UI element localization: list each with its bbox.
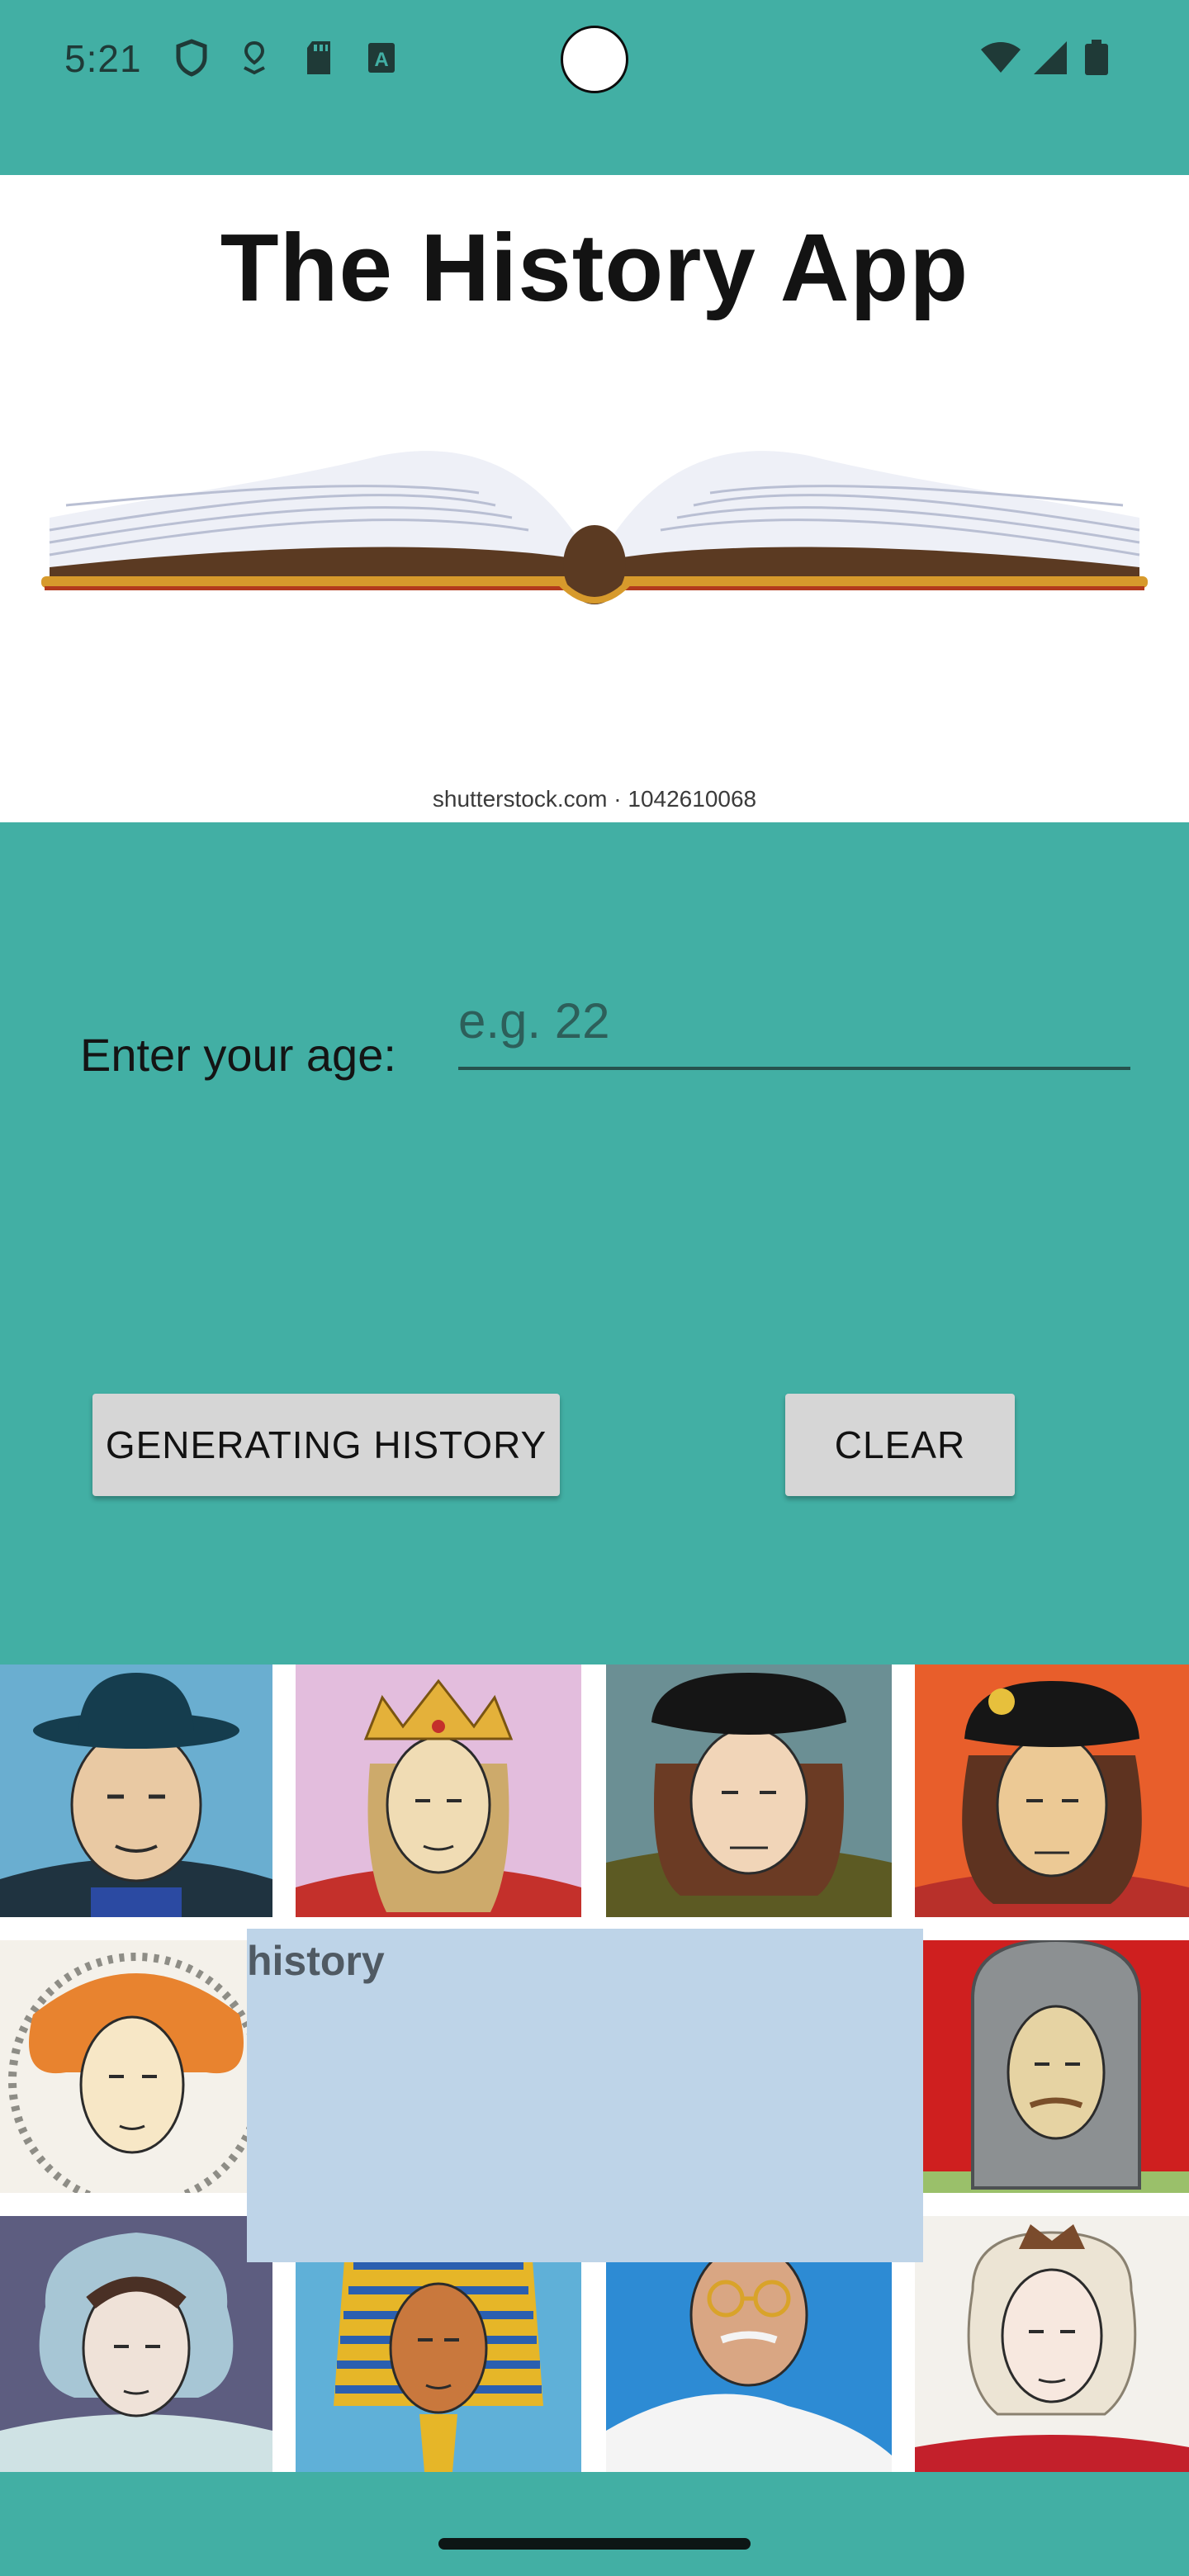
chainmail-knight-portrait [923, 1940, 1189, 2193]
camera-cutout [561, 26, 628, 93]
battery-icon [1082, 38, 1111, 78]
history-label: history [247, 1938, 385, 1984]
navigation-bar [0, 2472, 1189, 2576]
sd-card-icon [299, 38, 339, 78]
crowned-queen-portrait [296, 1664, 581, 1917]
header-image-panel: The History App shutterstock.com · 10426… [0, 175, 1189, 822]
elizabeth-i-portrait [0, 1940, 272, 2193]
richard-iii-portrait [915, 1664, 1189, 1917]
screen: 5:21 A The History App shutterstock.com … [0, 0, 1189, 2576]
open-book-illustration [41, 451, 1148, 604]
wifi-icon [979, 38, 1022, 78]
signal-icon [1030, 38, 1070, 78]
age-label: Enter your age: [80, 1029, 396, 1081]
winston-churchill-portrait [0, 1664, 272, 1917]
queen-victoria-portrait [915, 2216, 1189, 2472]
henry-vii-portrait [606, 1664, 892, 1917]
home-gesture-handle[interactable] [438, 2538, 751, 2550]
history-output-box: history [247, 1929, 923, 2262]
status-time: 5:21 [64, 37, 142, 80]
location-pin-icon [234, 38, 274, 78]
app-title: The History App [220, 214, 969, 321]
generate-history-button[interactable]: GENERATING HISTORY [92, 1394, 560, 1496]
jane-austen-portrait [0, 2216, 272, 2472]
age-input[interactable] [458, 974, 1130, 1070]
font-a-icon: A [362, 38, 401, 78]
svg-text:A: A [374, 49, 388, 71]
status-bar: 5:21 A [0, 0, 1189, 175]
image-watermark: shutterstock.com · 1042610068 [432, 786, 757, 812]
shield-icon [172, 38, 211, 78]
clear-button[interactable]: CLEAR [785, 1394, 1015, 1496]
